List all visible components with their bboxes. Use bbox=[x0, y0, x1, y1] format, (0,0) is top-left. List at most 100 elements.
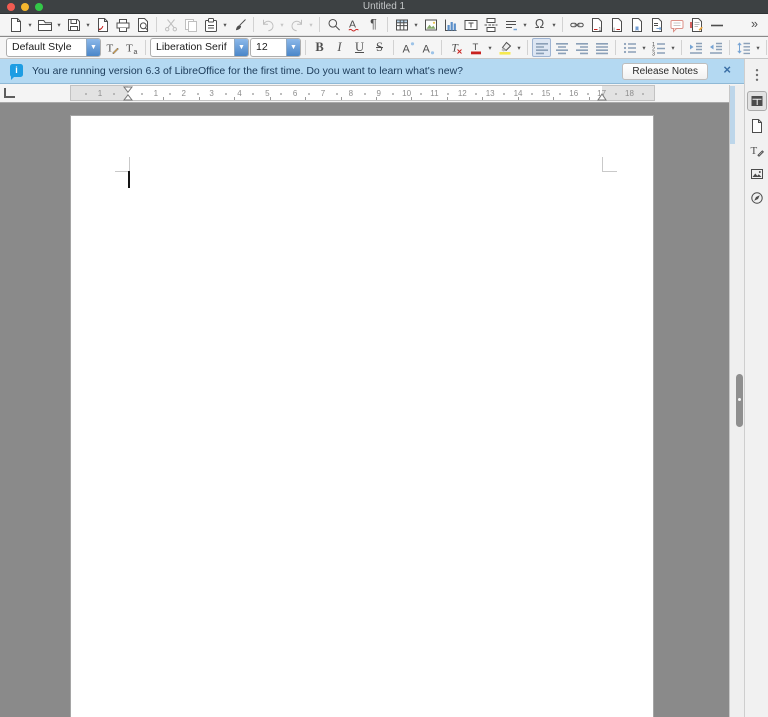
sidebar-tab-sidebar-settings[interactable] bbox=[747, 65, 766, 84]
new-document-button[interactable] bbox=[6, 15, 25, 34]
align-left-button[interactable] bbox=[532, 38, 551, 57]
ruler-default-tab-stop bbox=[588, 97, 590, 100]
toolbar-separator bbox=[393, 40, 394, 55]
document-page[interactable] bbox=[70, 115, 654, 717]
insert-cross-reference-button[interactable] bbox=[647, 15, 666, 34]
tab-stop-type-selector[interactable] bbox=[4, 88, 15, 98]
ruler-half-tick bbox=[113, 93, 116, 95]
paragraph-style-combo[interactable]: Default Style ▼ bbox=[6, 38, 101, 57]
bullet-list-dropdown[interactable]: ▾ bbox=[640, 38, 648, 57]
strikethrough-icon: S bbox=[376, 40, 383, 55]
underline-icon: U bbox=[354, 40, 365, 55]
undo-dropdown[interactable]: ▾ bbox=[278, 15, 286, 34]
insert-chart-button[interactable] bbox=[441, 15, 460, 34]
update-style-button[interactable] bbox=[102, 38, 121, 57]
export-pdf-button[interactable] bbox=[93, 15, 112, 34]
clone-formatting-button[interactable] bbox=[230, 15, 249, 34]
insert-table-button[interactable] bbox=[392, 15, 411, 34]
underline-button[interactable]: U bbox=[350, 38, 369, 57]
ruler-half-tick bbox=[391, 93, 394, 95]
line-spacing-button[interactable] bbox=[734, 38, 753, 57]
insert-image-button[interactable] bbox=[421, 15, 440, 34]
insert-endnote-button[interactable] bbox=[607, 15, 626, 34]
strikethrough-button[interactable]: S bbox=[370, 38, 389, 57]
insert-bookmark-button[interactable] bbox=[627, 15, 646, 34]
sidebar-tab-navigator[interactable] bbox=[747, 188, 766, 207]
align-center-button[interactable] bbox=[552, 38, 571, 57]
insert-comment-button[interactable] bbox=[667, 15, 686, 34]
justify-button[interactable] bbox=[592, 38, 611, 57]
insert-special-character-dropdown[interactable]: ▾ bbox=[550, 15, 558, 34]
align-right-button[interactable] bbox=[572, 38, 591, 57]
font-size-combo[interactable]: 12 ▼ bbox=[250, 38, 301, 57]
find-replace-button[interactable] bbox=[324, 15, 343, 34]
font-color-button[interactable] bbox=[466, 38, 485, 57]
new-document-dropdown[interactable]: ▾ bbox=[26, 15, 34, 34]
sidebar-tab-styles[interactable] bbox=[747, 140, 766, 159]
insert-text-box-button[interactable] bbox=[461, 15, 480, 34]
spelling-button[interactable] bbox=[344, 15, 363, 34]
decrease-indent-icon bbox=[708, 40, 724, 56]
numbered-list-dropdown[interactable]: ▾ bbox=[669, 38, 677, 57]
highlight-color-button[interactable] bbox=[495, 38, 514, 57]
redo-dropdown[interactable]: ▾ bbox=[307, 15, 315, 34]
toolbar-overflow-button[interactable]: » bbox=[745, 15, 764, 34]
increase-indent-button[interactable] bbox=[686, 38, 705, 57]
window-title: Untitled 1 bbox=[362, 1, 406, 12]
bullet-list-button[interactable] bbox=[620, 38, 639, 57]
print-preview-button[interactable] bbox=[133, 15, 152, 34]
sidebar-tab-gallery[interactable] bbox=[747, 164, 766, 183]
vertical-scrollbar-thumb[interactable] bbox=[736, 374, 743, 427]
sidebar-tab-properties[interactable] bbox=[746, 91, 767, 111]
cut-icon bbox=[163, 17, 179, 33]
sidebar-tab-page[interactable] bbox=[747, 116, 766, 135]
subscript-button[interactable] bbox=[418, 38, 437, 57]
insert-horizontal-line-button[interactable] bbox=[707, 15, 726, 34]
insert-footnote-button[interactable] bbox=[587, 15, 606, 34]
indent-marker-left[interactable] bbox=[123, 86, 133, 101]
release-notes-button[interactable]: Release Notes bbox=[622, 63, 708, 80]
save-button[interactable] bbox=[64, 15, 83, 34]
paragraph-style-dropdown[interactable]: ▼ bbox=[86, 39, 100, 56]
horizontal-ruler[interactable]: 1 1 2 3 4 5 6 7 8 9 10 11 12 13 14 15 16 17 18 bbox=[0, 84, 744, 103]
decrease-indent-button[interactable] bbox=[706, 38, 725, 57]
paste-button[interactable] bbox=[201, 15, 220, 34]
ruler-number: 9 bbox=[376, 88, 381, 98]
numbered-list-button[interactable] bbox=[649, 38, 668, 57]
paragraph-style-value[interactable]: Default Style bbox=[7, 39, 86, 56]
font-name-value[interactable]: Liberation Serif bbox=[151, 39, 234, 56]
paste-dropdown[interactable]: ▾ bbox=[221, 15, 229, 34]
open-button[interactable] bbox=[35, 15, 54, 34]
font-name-dropdown[interactable]: ▼ bbox=[234, 39, 248, 56]
insert-page-break-button[interactable] bbox=[481, 15, 500, 34]
ruler-half-tick bbox=[224, 93, 227, 95]
insert-field-button[interactable] bbox=[501, 15, 520, 34]
insert-table-dropdown[interactable]: ▾ bbox=[412, 15, 420, 34]
font-size-value[interactable]: 12 bbox=[251, 39, 286, 56]
insert-hyperlink-button[interactable] bbox=[567, 15, 586, 34]
clear-formatting-button[interactable] bbox=[446, 38, 465, 57]
track-changes-button[interactable] bbox=[687, 15, 706, 34]
highlight-color-dropdown[interactable]: ▾ bbox=[515, 38, 523, 57]
italic-button[interactable]: I bbox=[330, 38, 349, 57]
superscript-button[interactable] bbox=[398, 38, 417, 57]
new-style-button[interactable] bbox=[122, 38, 141, 57]
line-spacing-dropdown[interactable]: ▾ bbox=[754, 38, 762, 57]
print-button[interactable] bbox=[113, 15, 132, 34]
insert-special-character-button[interactable]: Ω bbox=[530, 15, 549, 34]
insert-field-dropdown[interactable]: ▾ bbox=[521, 15, 529, 34]
infobar-close-icon[interactable]: × bbox=[723, 62, 731, 77]
toolbar-separator bbox=[766, 40, 767, 55]
formatting-marks-button[interactable]: ¶ bbox=[364, 15, 383, 34]
bold-button[interactable]: B bbox=[310, 38, 329, 57]
save-dropdown[interactable]: ▾ bbox=[84, 15, 92, 34]
text-boundary-corner-top-right bbox=[602, 157, 617, 172]
font-size-dropdown[interactable]: ▼ bbox=[286, 39, 300, 56]
scrollbar-thumb-dot bbox=[738, 398, 741, 401]
ruler-scale[interactable]: 1 1 2 3 4 5 6 7 8 9 10 11 12 13 14 15 16 17 18 bbox=[70, 85, 655, 101]
font-name-combo[interactable]: Liberation Serif ▼ bbox=[150, 38, 249, 57]
line-spacing-icon bbox=[736, 40, 752, 56]
open-dropdown[interactable]: ▾ bbox=[55, 15, 63, 34]
clear-formatting-icon bbox=[448, 40, 464, 56]
font-color-dropdown[interactable]: ▾ bbox=[486, 38, 494, 57]
